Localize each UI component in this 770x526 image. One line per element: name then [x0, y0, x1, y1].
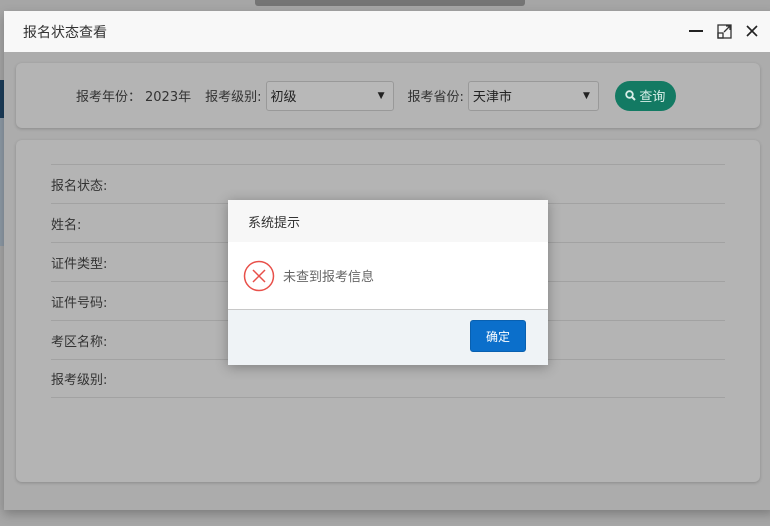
dialog-message: 未查到报考信息 — [283, 270, 375, 285]
error-icon — [243, 260, 275, 291]
level-select-value: 初级 — [270, 90, 297, 105]
field-row: 报名状态: — [51, 164, 725, 203]
field-label: 姓名: — [51, 217, 82, 233]
ok-button[interactable]: 确定 — [470, 320, 526, 352]
dropdown-arrow-icon: ▼ — [582, 90, 590, 101]
search-icon — [625, 90, 637, 101]
level-select[interactable]: 初级 ▼ — [265, 80, 394, 111]
year-label: 报考年份： — [76, 90, 142, 105]
dialog-title: 系统提示 — [248, 215, 301, 231]
field-label: 报考级别: — [51, 373, 108, 388]
year-value: 2023年 — [145, 90, 192, 105]
field-label: 考区名称: — [51, 334, 108, 350]
system-alert-dialog: 系统提示 未查到报考信息 确定 — [228, 200, 548, 365]
minimize-icon — [689, 30, 703, 32]
province-select[interactable]: 天津市 ▼ — [467, 80, 599, 111]
close-icon — [746, 25, 758, 37]
dialog-header: 系统提示 — [228, 200, 548, 242]
query-button-label: 查询 — [639, 90, 666, 105]
window-title: 报名状态查看 — [23, 24, 107, 41]
close-button[interactable] — [744, 23, 760, 39]
province-label: 报考省份: — [407, 90, 464, 105]
dropdown-arrow-icon: ▼ — [377, 90, 385, 101]
level-label: 报考级别: — [205, 90, 262, 105]
maximize-button[interactable] — [716, 23, 732, 39]
dialog-footer: 确定 — [228, 310, 548, 365]
field-label: 证件类型: — [51, 256, 108, 272]
field-label: 报名状态: — [51, 178, 108, 194]
background-page-title — [255, 0, 525, 6]
query-button[interactable]: 查询 — [614, 80, 676, 111]
window-header: 报名状态查看 — [4, 11, 770, 52]
field-label: 证件号码: — [51, 295, 108, 311]
search-panel: 报考年份： 2023年 报考级别: 初级 ▼ 报考省份: 天津市 ▼ 查询 — [16, 63, 760, 128]
minimize-button[interactable] — [688, 23, 704, 39]
province-select-value: 天津市 — [472, 90, 512, 105]
maximize-icon — [716, 23, 732, 39]
dialog-body: 未查到报考信息 — [228, 242, 548, 310]
